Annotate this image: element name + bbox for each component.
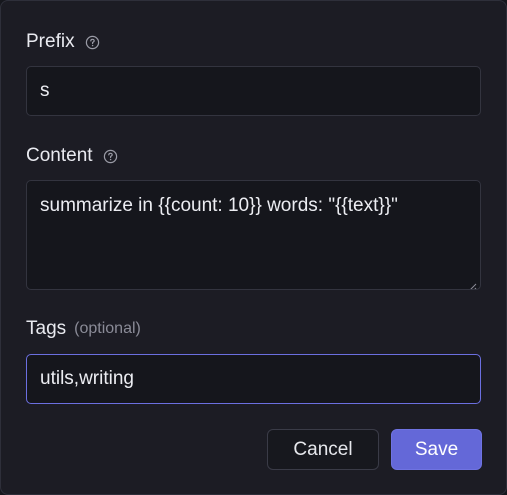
content-label-row: Content xyxy=(26,144,118,168)
prefix-label-row: Prefix xyxy=(26,30,100,54)
tags-input[interactable]: utils,writing xyxy=(26,354,481,404)
help-circle-icon[interactable] xyxy=(103,149,118,164)
content-label: Content xyxy=(26,145,93,166)
tags-label-row: Tags (optional) xyxy=(26,317,141,341)
resize-grip-icon[interactable] xyxy=(467,276,477,289)
content-text: summarize in {{count: 10}} words: "{{tex… xyxy=(40,195,398,216)
snippet-form-dialog: Prefix s Content summarize in {{count: 1… xyxy=(0,0,507,495)
save-button[interactable]: Save xyxy=(391,429,482,470)
help-circle-icon[interactable] xyxy=(85,35,100,50)
tags-label: Tags xyxy=(26,318,67,339)
prefix-label: Prefix xyxy=(26,31,75,52)
cancel-button[interactable]: Cancel xyxy=(267,429,379,470)
tags-optional-hint: (optional) xyxy=(74,320,141,337)
content-textarea[interactable]: summarize in {{count: 10}} words: "{{tex… xyxy=(26,180,481,290)
prefix-input[interactable]: s xyxy=(26,66,481,116)
